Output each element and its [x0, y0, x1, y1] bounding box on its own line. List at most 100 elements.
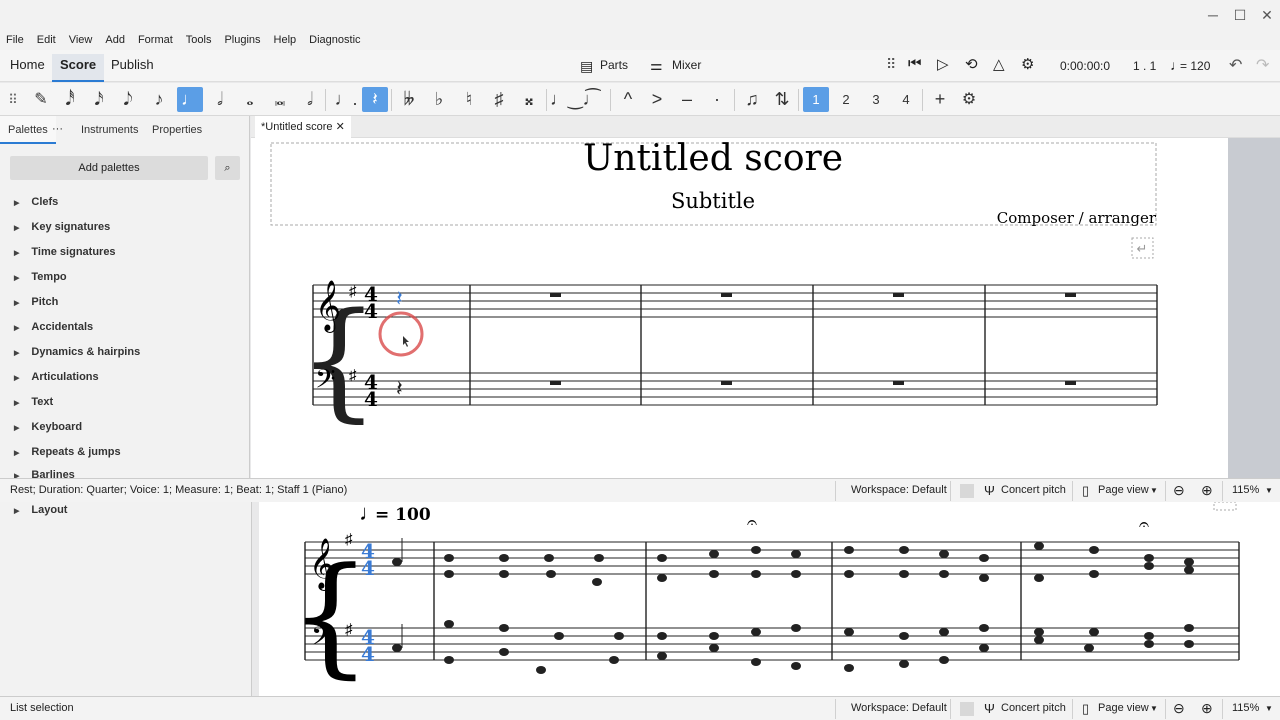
menu-tools[interactable]: Tools [186, 34, 212, 46]
tenuto-button[interactable]: – [674, 87, 700, 112]
close-window-button[interactable]: ✕ [1254, 5, 1280, 25]
palettes-menu-icon[interactable]: ··· [52, 123, 63, 135]
mixer-button[interactable]: Mixer [672, 58, 701, 72]
palette-item-keyboard[interactable]: ▶ Keyboard [14, 415, 82, 440]
tab-score[interactable]: Score [52, 54, 105, 82]
chevron-down-icon[interactable]: ▼ [1150, 697, 1158, 720]
chevron-down-icon[interactable]: ▼ [1265, 479, 1273, 502]
rewind-icon[interactable]: ⏮ [908, 55, 922, 72]
flat-button[interactable]: ♭ [426, 87, 452, 112]
score-tab[interactable]: *Untitled score ✕ [255, 116, 351, 138]
page-view-dropdown[interactable]: Page view [1098, 697, 1149, 720]
parts-button[interactable]: Parts [600, 58, 628, 72]
voice-1-button[interactable]: 1 [803, 87, 829, 112]
sharp-button[interactable]: ♯ [486, 87, 512, 112]
tuplet-icon[interactable]: ♫ [739, 87, 765, 112]
voice-4-button[interactable]: 4 [893, 87, 919, 112]
staccato-button[interactable]: · [704, 87, 730, 112]
menu-plugins[interactable]: Plugins [224, 34, 260, 46]
lower-score-page[interactable]: ♩ = 100 { 𝄞 𝄢 ♯ ♯ 4 4 4 4 𝄐 𝄐 [259, 500, 1280, 696]
scroll-area[interactable] [1228, 138, 1280, 478]
palette-item-dynamics[interactable]: ▶ Dynamics & hairpins [14, 340, 140, 365]
selected-rest-icon[interactable]: 𝄽 [396, 286, 403, 311]
maximize-button[interactable]: ☐ [1227, 5, 1253, 25]
concert-pitch-checkbox[interactable] [960, 702, 974, 716]
flip-direction-icon[interactable]: ⇅ [769, 87, 795, 112]
tie-icon[interactable]: ♩‿♩ [550, 87, 600, 112]
zoom-out-icon[interactable]: ⊖ [1173, 697, 1185, 720]
slur-icon[interactable]: ⁀ [580, 87, 606, 112]
duration-16th-button[interactable]: 𝅘𝅥𝅮 [115, 87, 141, 112]
palette-item-accidentals[interactable]: ▶ Accidentals [14, 315, 93, 340]
workspace-selector[interactable]: Workspace: Default [851, 479, 947, 502]
palette-item-text[interactable]: ▶ Text [14, 390, 53, 415]
score-composer[interactable]: Composer / arranger [997, 209, 1157, 227]
palette-item-articulations[interactable]: ▶ Articulations [14, 365, 99, 390]
tab-properties[interactable]: Properties [144, 116, 210, 144]
palette-item-time-signatures[interactable]: ▶ Time signatures [14, 240, 116, 265]
menu-edit[interactable]: Edit [37, 34, 56, 46]
tab-instruments[interactable]: Instruments [73, 116, 146, 144]
double-sharp-button[interactable]: 𝄪 [516, 87, 542, 112]
score-title[interactable]: Untitled score [583, 138, 843, 179]
menu-format[interactable]: Format [138, 34, 173, 46]
drag-handle-icon[interactable]: ⠿ [886, 56, 896, 73]
zoom-level[interactable]: 115% [1232, 697, 1259, 720]
concert-pitch-label[interactable]: Concert pitch [1001, 479, 1066, 502]
rest-button-icon[interactable]: 𝄽 [362, 87, 388, 112]
playback-settings-icon[interactable]: ⚙ [1021, 55, 1034, 73]
workspace-selector[interactable]: Workspace: Default [851, 697, 947, 720]
search-icon[interactable]: ⌕ [215, 156, 240, 180]
zoom-in-icon[interactable]: ⊕ [1201, 479, 1213, 502]
palette-item-repeats[interactable]: ▶ Repeats & jumps [14, 440, 121, 465]
close-tab-icon[interactable]: ✕ [336, 121, 345, 133]
page-view-dropdown[interactable]: Page view [1098, 479, 1149, 502]
palette-item-key-signatures[interactable]: ▶ Key signatures [14, 215, 110, 240]
minimize-button[interactable]: ─ [1200, 5, 1226, 25]
palette-item-barlines[interactable]: ▶ Barlines [14, 468, 75, 478]
menu-view[interactable]: View [69, 34, 93, 46]
duration-whole-button[interactable]: 𝅝 [237, 87, 263, 112]
toolbar-handle-icon[interactable]: ⠿ [0, 87, 26, 112]
redo-icon[interactable]: ↷ [1256, 55, 1269, 75]
duration-longa-button[interactable]: 𝅗𝅥 [297, 87, 323, 112]
double-flat-button[interactable]: 𝄫 [396, 87, 422, 112]
tempo-marking[interactable]: = 100 [375, 505, 431, 525]
chevron-down-icon[interactable]: ▼ [1265, 697, 1273, 720]
palette-item-tempo[interactable]: ▶ Tempo [14, 265, 67, 290]
menu-add[interactable]: Add [105, 34, 125, 46]
undo-icon[interactable]: ↶ [1229, 55, 1242, 75]
play-icon[interactable]: ▷ [937, 55, 949, 73]
lower-score-canvas[interactable]: ♩ = 100 { 𝄞 𝄢 ♯ ♯ 4 4 4 4 𝄐 𝄐 [259, 500, 1280, 696]
concert-pitch-label[interactable]: Concert pitch [1001, 697, 1066, 720]
loop-icon[interactable]: ⟲ [965, 55, 978, 73]
voice-2-button[interactable]: 2 [833, 87, 859, 112]
duration-eighth-button[interactable]: ♪ [146, 87, 172, 112]
menu-file[interactable]: File [6, 34, 24, 46]
add-icon[interactable]: + [927, 87, 953, 112]
marcato-button[interactable]: ^ [615, 87, 641, 112]
return-icon[interactable]: ↵ [1137, 241, 1148, 256]
menu-diagnostic[interactable]: Diagnostic [309, 34, 360, 46]
score-canvas[interactable]: Untitled score Subtitle Composer / arran… [251, 138, 1228, 478]
duration-half-button[interactable]: 𝅗𝅥 [207, 87, 233, 112]
score-page[interactable]: Untitled score Subtitle Composer / arran… [251, 138, 1228, 478]
accent-button[interactable]: > [644, 87, 670, 112]
tab-home[interactable]: Home [2, 54, 53, 82]
tab-palettes[interactable]: Palettes [0, 116, 56, 144]
toolbar-settings-icon[interactable]: ⚙ [956, 87, 982, 112]
duration-32nd-button[interactable]: 𝅘𝅥𝅯 [86, 87, 112, 112]
palette-item-clefs[interactable]: ▶ Clefs [14, 190, 58, 215]
zoom-out-icon[interactable]: ⊖ [1173, 479, 1185, 502]
note-input-pen-icon[interactable]: ✎ [28, 87, 54, 112]
palette-item-pitch[interactable]: ▶ Pitch [14, 290, 58, 315]
chevron-down-icon[interactable]: ▼ [1150, 479, 1158, 502]
add-palettes-button[interactable]: Add palettes [10, 156, 208, 180]
zoom-in-icon[interactable]: ⊕ [1201, 697, 1213, 720]
voice-3-button[interactable]: 3 [863, 87, 889, 112]
augmentation-dot-icon[interactable]: ♩. [333, 87, 359, 112]
tab-publish[interactable]: Publish [103, 54, 162, 82]
concert-pitch-checkbox[interactable] [960, 484, 974, 498]
bass-rest-icon[interactable]: 𝄽 [396, 376, 403, 401]
score-subtitle[interactable]: Subtitle [671, 189, 755, 213]
